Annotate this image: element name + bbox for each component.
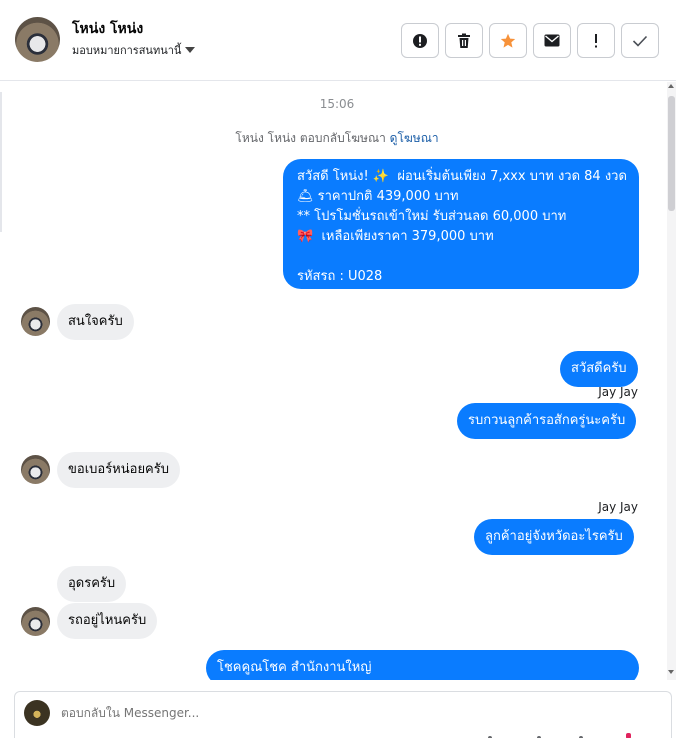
- message-bubble-outgoing[interactable]: ลูกค้าอยู่จังหวัดอะไรครับ: [474, 519, 634, 555]
- contact-name[interactable]: โหน่ง โหน่ง: [72, 18, 143, 40]
- delete-button[interactable]: [445, 23, 483, 58]
- scroll-down-icon[interactable]: [668, 670, 674, 674]
- star-button[interactable]: [489, 23, 527, 58]
- mark-unread-button[interactable]: [533, 23, 571, 58]
- message-bubble-incoming[interactable]: ขอเบอร์หน่อยครับ: [57, 452, 180, 488]
- check-icon: [632, 35, 648, 47]
- exclamation-icon: [595, 33, 597, 47]
- assign-conversation-label: มอบหมายการสนทนานี้: [72, 44, 182, 57]
- message-bubble-outgoing[interactable]: รบกวนลูกค้ารอสักครู่นะครับ: [457, 403, 637, 439]
- star-icon: [500, 33, 516, 48]
- ad-reply-text: โหน่ง โหน่ง ตอบกลับโฆษณา: [235, 131, 390, 145]
- scrollbar-thumb[interactable]: [668, 96, 675, 211]
- assign-conversation-dropdown[interactable]: มอบหมายการสนทนานี้: [72, 41, 196, 59]
- message-timestamp: 15:06: [319, 97, 355, 111]
- scroll-up-icon[interactable]: [668, 84, 674, 88]
- message-bubble-incoming[interactable]: อุดรครับ: [57, 566, 127, 602]
- conversation-header: โหน่ง โหน่ง มอบหมายการสนทนานี้: [0, 0, 676, 81]
- page-avatar: [24, 700, 50, 726]
- mark-spam-button[interactable]: [401, 23, 439, 58]
- contact-avatar[interactable]: [15, 17, 60, 62]
- message-bubble-outgoing[interactable]: สวัสดีครับ: [560, 351, 638, 387]
- contact-avatar-small: [21, 455, 50, 484]
- caret-down-icon: [185, 47, 196, 53]
- message-bubble-outgoing[interactable]: โชคคูณโชค สำนักงานใหญ่: [206, 650, 639, 680]
- follow-up-button[interactable]: [577, 23, 615, 58]
- trash-icon: [458, 33, 470, 48]
- sender-name: Jay Jay: [598, 385, 638, 399]
- message-bubble-incoming[interactable]: รถอยู่ไหนครับ: [57, 603, 158, 639]
- message-composer: [14, 691, 672, 738]
- envelope-icon: [544, 34, 560, 47]
- panel-divider: [0, 92, 2, 232]
- contact-avatar-small: [21, 307, 50, 336]
- message-bubble-incoming[interactable]: สนใจครับ: [57, 304, 134, 340]
- header-actions: [401, 23, 659, 58]
- like-reaction-icon[interactable]: [626, 733, 631, 738]
- reply-input[interactable]: [61, 706, 561, 720]
- alert-circle-icon: [413, 33, 427, 48]
- ad-reply-notice: โหน่ง โหน่ง ตอบกลับโฆษณา ดูโฆษณา: [5, 129, 669, 148]
- view-ad-link[interactable]: ดูโฆษณา: [390, 131, 439, 145]
- sender-name: Jay Jay: [598, 500, 638, 514]
- thread-scrollbar[interactable]: [667, 82, 676, 680]
- contact-avatar-small: [21, 607, 50, 636]
- message-bubble-outgoing[interactable]: สวัสดี โหน่ง! ✨ ผ่อนเริ่มต้นเพียง 7,xxx …: [283, 159, 639, 289]
- message-thread[interactable]: 15:06 โหน่ง โหน่ง ตอบกลับโฆษณา ดูโฆษณา ส…: [5, 82, 669, 680]
- mark-done-button[interactable]: [621, 23, 659, 58]
